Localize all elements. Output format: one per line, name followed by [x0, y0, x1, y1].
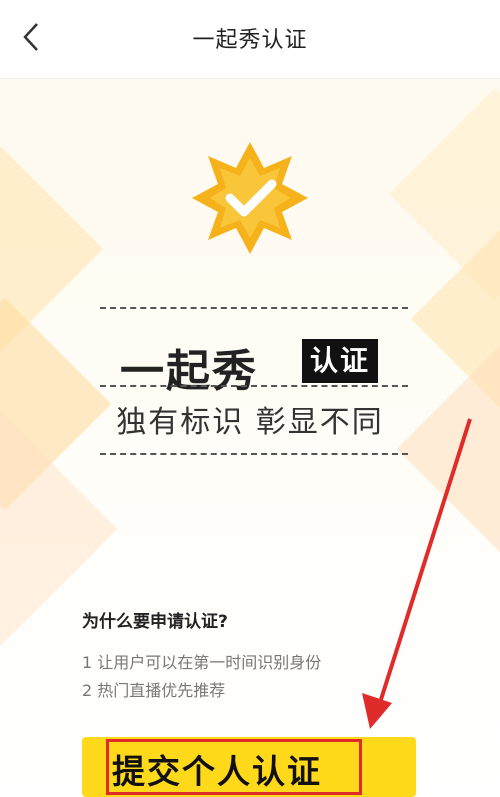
hero-section: 一起秀 认证 独有标识 彰显不同 为什么要申请认证? 1 让用户可以在第一时间识… [0, 79, 500, 797]
page-title: 一起秀认证 [192, 28, 308, 53]
submit-personal-cert-button[interactable]: 提交个人认证 [82, 737, 416, 797]
red-arrow-annotation [362, 418, 472, 729]
top-bar: 一起秀认证 [0, 0, 500, 79]
submit-button-label: 提交个人认证 [112, 752, 322, 791]
